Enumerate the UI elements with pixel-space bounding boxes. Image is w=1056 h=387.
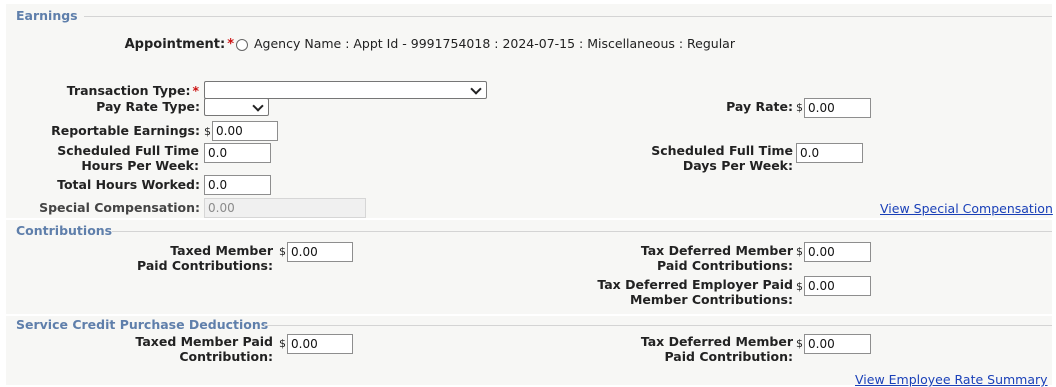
scheduled-hours-label: Scheduled Full Time Hours Per Week: xyxy=(57,143,199,173)
section-title-contributions: Contributions xyxy=(16,223,113,238)
section-title-service-credit: Service Credit Purchase Deductions xyxy=(16,317,269,332)
currency-symbol: $ xyxy=(796,101,803,114)
special-compensation-input xyxy=(204,198,366,218)
total-hours-input[interactable] xyxy=(204,175,271,195)
reportable-earnings-label: Reportable Earnings: xyxy=(51,123,200,138)
pay-rate-input[interactable] xyxy=(804,98,871,118)
taxed-member-paid-contribution-input[interactable] xyxy=(287,334,353,354)
currency-symbol: $ xyxy=(204,125,211,138)
appointment-label: Appointment: * xyxy=(124,37,234,52)
transaction-type-label: Transaction Type: * xyxy=(66,83,199,98)
total-hours-label: Total Hours Worked: xyxy=(57,177,200,192)
tax-deferred-member-contributions-label: Tax Deferred Member Paid Contributions: xyxy=(640,243,793,273)
currency-symbol: $ xyxy=(279,337,286,350)
chevron-down-icon xyxy=(470,83,482,95)
tax-deferred-employer-contributions-label: Tax Deferred Employer Paid Member Contri… xyxy=(597,277,793,307)
view-special-compensation-link[interactable]: View Special Compensation xyxy=(880,201,1053,216)
section-divider xyxy=(84,16,1052,17)
special-compensation-label: Special Compensation: xyxy=(39,200,200,215)
pay-rate-type-label: Pay Rate Type: xyxy=(96,99,200,114)
chevron-down-icon xyxy=(252,100,264,112)
tax-deferred-employer-contributions-input[interactable] xyxy=(804,276,871,296)
taxed-member-paid-contribution-label: Taxed Member Paid Contribution: xyxy=(135,334,273,364)
currency-symbol: $ xyxy=(796,245,803,258)
section-title-earnings: Earnings xyxy=(16,8,78,23)
currency-symbol: $ xyxy=(796,280,803,293)
scheduled-days-input[interactable] xyxy=(796,143,863,163)
appointment-radio[interactable] xyxy=(236,39,248,51)
tax-deferred-member-paid-contribution-label: Tax Deferred Member Paid Contribution: xyxy=(640,334,793,364)
pay-rate-label: Pay Rate: xyxy=(726,99,793,114)
currency-symbol: $ xyxy=(279,245,286,258)
section-divider xyxy=(264,325,1052,326)
pay-rate-type-select[interactable] xyxy=(204,98,269,116)
tax-deferred-member-contributions-input[interactable] xyxy=(804,242,871,262)
currency-symbol: $ xyxy=(796,337,803,350)
reportable-earnings-input[interactable] xyxy=(212,121,278,141)
taxed-member-contributions-input[interactable] xyxy=(287,242,353,262)
scheduled-hours-input[interactable] xyxy=(204,143,271,163)
appointment-value: Agency Name : Appt Id - 9991754018 : 202… xyxy=(254,36,735,51)
transaction-type-select[interactable] xyxy=(204,81,487,99)
section-divider xyxy=(112,231,1052,232)
tax-deferred-member-paid-contribution-input[interactable] xyxy=(804,334,871,354)
scheduled-days-label: Scheduled Full Time Days Per Week: xyxy=(651,143,793,173)
taxed-member-contributions-label: Taxed Member Paid Contributions: xyxy=(137,243,273,273)
